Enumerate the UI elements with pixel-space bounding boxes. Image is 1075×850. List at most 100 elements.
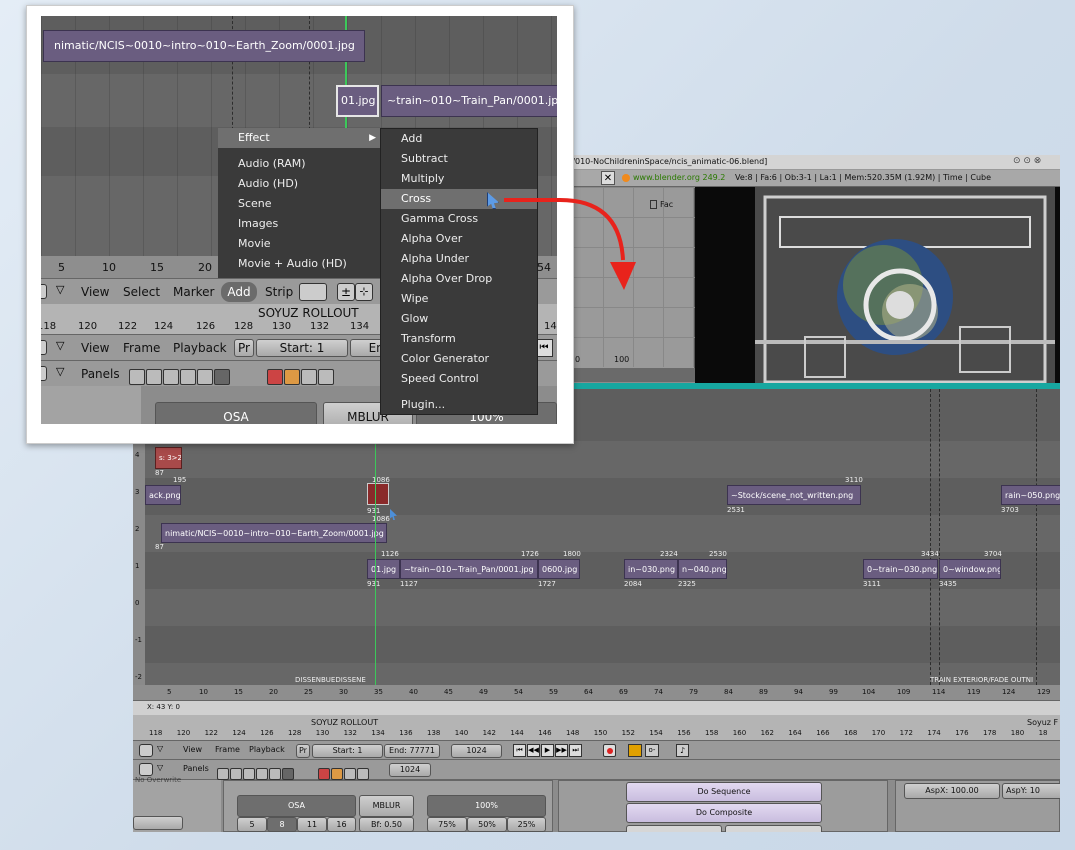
sequence-strip[interactable]: ack.png	[145, 485, 181, 505]
osa-button[interactable]: OSA	[237, 795, 356, 817]
collapse-triangle-icon[interactable]: ▽	[157, 763, 163, 772]
sequence-strip[interactable]: ~train~010~Train_Pan/0001.jpg	[400, 559, 538, 579]
editor-type-icon[interactable]	[41, 284, 47, 299]
effect-plugin[interactable]: Plugin...	[381, 395, 537, 415]
zoom-in-icon[interactable]: ±	[337, 283, 355, 301]
menu-item-scene[interactable]: Scene	[218, 194, 380, 214]
sequence-strip[interactable]: ~Stock/scene_not_written.png	[727, 485, 861, 505]
current-frame-field[interactable]: 1024	[389, 763, 431, 777]
current-frame-field[interactable]: 1024	[451, 744, 502, 758]
jump-start-icon[interactable]: ⏮	[513, 744, 526, 757]
do-composite-button[interactable]: Do Composite	[626, 803, 822, 823]
edit-icon[interactable]	[197, 368, 213, 385]
object-icon[interactable]	[180, 368, 196, 385]
collapse-triangle-icon[interactable]: ▽	[56, 283, 64, 296]
menu-strip[interactable]: Strip	[265, 285, 293, 299]
editor-type-icon[interactable]	[139, 763, 153, 776]
sequence-strip[interactable]: 01.jpg	[367, 559, 400, 579]
sequence-strip[interactable]: n~040.png	[678, 559, 727, 579]
render-icon[interactable]	[267, 368, 283, 385]
effect-glow[interactable]: Glow	[381, 309, 537, 329]
sequence-strip[interactable]: nimatic/NCIS~0010~intro~010~Earth_Zoom/0…	[43, 30, 365, 62]
menu-marker[interactable]: Marker	[173, 285, 214, 299]
scene-icon[interactable]	[214, 368, 230, 385]
key-icon[interactable]: o-	[645, 744, 659, 757]
timeline-menu-playback[interactable]: Playback	[249, 745, 285, 754]
anim-icon[interactable]	[331, 767, 343, 780]
panel-field[interactable]	[133, 816, 183, 830]
menu-view[interactable]: View	[81, 285, 109, 299]
display-mode-icon[interactable]	[299, 283, 327, 301]
sequence-strip[interactable]: 0~window.png	[939, 559, 1001, 579]
editor-type-icon[interactable]	[41, 340, 47, 355]
object-icon[interactable]	[256, 767, 268, 780]
selected-sequence-strip[interactable]: 01.jpg	[336, 85, 379, 117]
fac-checkbox[interactable]	[650, 200, 657, 209]
sequence-strip[interactable]: 0600.jpg	[538, 559, 580, 579]
menu-item-audio-ram[interactable]: Audio (RAM)	[218, 154, 380, 174]
osa-button[interactable]: OSA	[155, 402, 317, 424]
percent-50-button[interactable]: 50%	[467, 817, 507, 832]
sequence-strip[interactable]: nimatic/NCIS~0010~intro~010~Earth_Zoom/0…	[161, 523, 387, 543]
effect-multiply[interactable]: Multiply	[381, 169, 537, 189]
world-icon[interactable]	[318, 368, 334, 385]
timeline-menu-frame[interactable]: Frame	[123, 341, 160, 355]
end-frame-field[interactable]: End: 77771	[384, 744, 440, 758]
play-button[interactable]	[725, 825, 822, 832]
effect-speed-control[interactable]: Speed Control	[381, 369, 537, 389]
effect-strip[interactable]: s: 3>2	[155, 447, 182, 469]
keyframe-icon[interactable]	[628, 744, 642, 757]
render-icon[interactable]	[318, 767, 330, 780]
sound-icon[interactable]	[344, 767, 356, 780]
menu-item-movie-audio[interactable]: Movie + Audio (HD)	[218, 254, 380, 274]
selected-effect-strip[interactable]	[367, 483, 389, 505]
menu-item-audio-hd[interactable]: Audio (HD)	[218, 174, 380, 194]
effect-add[interactable]: Add	[381, 129, 537, 149]
record-icon[interactable]	[603, 744, 616, 757]
timeline-menu-view[interactable]: View	[81, 341, 109, 355]
menu-add[interactable]: Add	[221, 282, 257, 302]
preview-range-button[interactable]: Pr	[296, 744, 310, 758]
collapse-triangle-icon[interactable]: ▽	[56, 339, 64, 352]
jump-end-icon[interactable]: ⏭	[569, 744, 582, 757]
window-controls[interactable]: ⊙ ⊙ ⊗	[1013, 156, 1041, 166]
script-icon[interactable]	[146, 368, 162, 385]
timeline-area[interactable]: SOYUZ ROLLOUT Soyuz F 118 120 122 124 126 128…	[133, 715, 1060, 740]
play-icon[interactable]: ▶	[541, 744, 554, 757]
osa-11-button[interactable]: 11	[297, 817, 327, 832]
audio-icon[interactable]: ♪	[676, 744, 689, 757]
zoom-out-icon[interactable]: ⊹	[355, 283, 373, 301]
effect-color-generator[interactable]: Color Generator	[381, 349, 537, 369]
scene-icon[interactable]	[282, 767, 294, 780]
percent-75-button[interactable]: 75%	[427, 817, 467, 832]
aspx-field[interactable]: AspX: 100.00	[904, 783, 1000, 799]
mblur-button[interactable]: MBLUR	[359, 795, 414, 817]
forward-icon[interactable]: ▶▶	[555, 744, 568, 757]
percent-25-button[interactable]: 25%	[507, 817, 546, 832]
editor-type-icon[interactable]	[41, 366, 47, 381]
collapse-triangle-icon[interactable]: ▽	[56, 365, 64, 378]
close-icon[interactable]: ✕	[601, 171, 615, 185]
start-frame-field[interactable]: Start: 1	[312, 744, 383, 758]
edit-icon[interactable]	[269, 767, 281, 780]
osa-8-button[interactable]: 8	[267, 817, 297, 832]
sequence-strip[interactable]: ~train~010~Train_Pan/0001.jp	[381, 85, 557, 117]
percent-100-button[interactable]: 100%	[427, 795, 546, 817]
menu-item-effect[interactable]: Effect ▶	[218, 128, 380, 148]
anim-button[interactable]	[626, 825, 722, 832]
osa-16-button[interactable]: 16	[327, 817, 356, 832]
rewind-icon[interactable]: ◀◀	[527, 744, 540, 757]
osa-5-button[interactable]: 5	[237, 817, 267, 832]
logic-icon[interactable]	[217, 767, 229, 780]
script-icon[interactable]	[230, 767, 242, 780]
effect-subtract[interactable]: Subtract	[381, 149, 537, 169]
shading-icon[interactable]	[243, 767, 255, 780]
logic-icon[interactable]	[129, 368, 145, 385]
timeline-menu-playback[interactable]: Playback	[173, 341, 227, 355]
do-sequence-button[interactable]: Do Sequence	[626, 782, 822, 802]
sequence-strip[interactable]: in~030.png	[624, 559, 678, 579]
timeline-menu-view[interactable]: View	[183, 745, 202, 754]
shading-icon[interactable]	[163, 368, 179, 385]
effect-transform[interactable]: Transform	[381, 329, 537, 349]
aspy-field[interactable]: AspY: 10	[1002, 783, 1060, 799]
